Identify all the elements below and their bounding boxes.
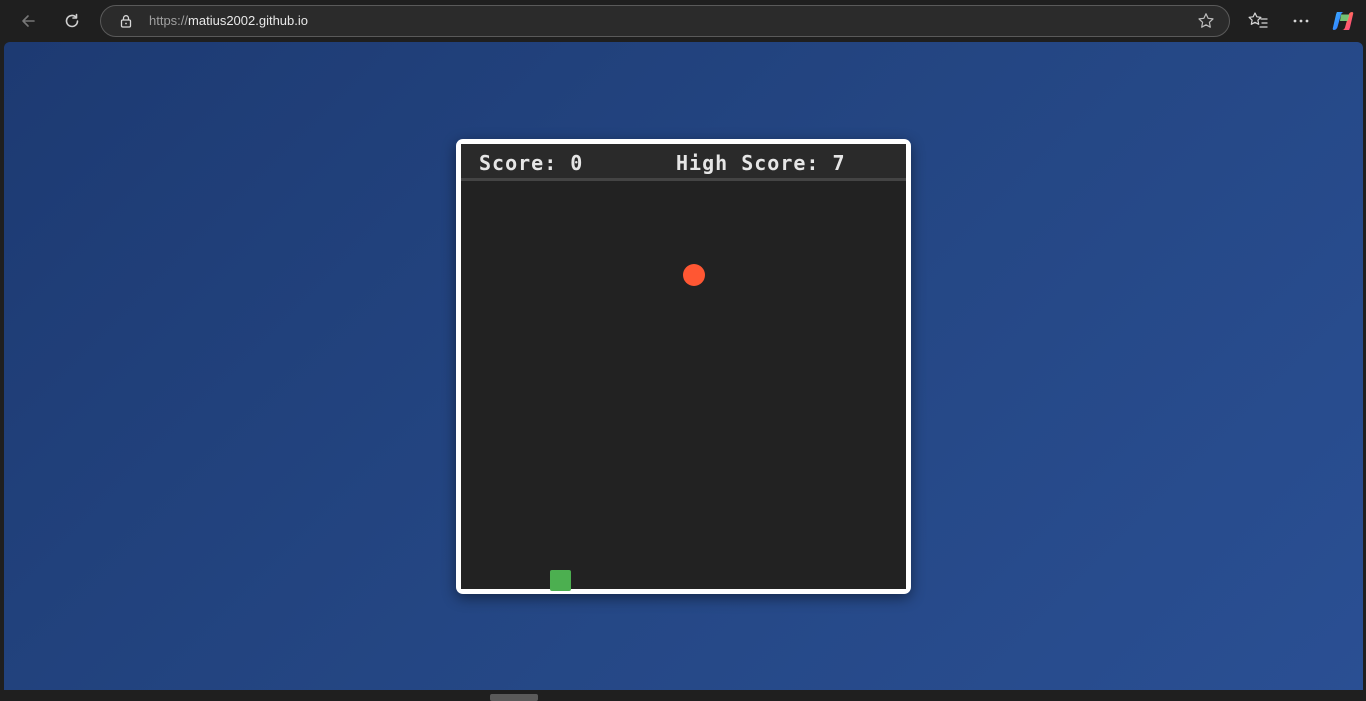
url-host: matius2002.github.io	[188, 13, 309, 28]
score-bar: Score: 0 High Score: 7	[461, 144, 906, 181]
score-label: Score:	[479, 151, 558, 175]
url-text[interactable]: https://matius2002.github.io	[149, 13, 308, 28]
score-value: 0	[570, 151, 584, 175]
game-board[interactable]	[461, 184, 906, 591]
more-icon[interactable]	[1290, 10, 1312, 32]
favorites-icon[interactable]	[1247, 10, 1269, 32]
food-dot	[683, 264, 705, 286]
url-scheme: https://	[149, 13, 189, 28]
address-bar[interactable]: https://matius2002.github.io	[100, 5, 1230, 37]
lock-icon[interactable]	[119, 14, 133, 28]
game-container: Score: 0 High Score: 7	[461, 144, 906, 591]
snake-segment	[550, 570, 571, 591]
high-score-display: High Score: 7	[676, 151, 846, 175]
copilot-icon[interactable]	[1331, 9, 1355, 33]
game-frame: Score: 0 High Score: 7	[456, 139, 911, 594]
horizontal-scrollbar[interactable]	[490, 694, 538, 701]
back-button[interactable]	[13, 6, 43, 36]
star-icon[interactable]	[1197, 12, 1215, 30]
score-display: Score: 0	[479, 151, 583, 175]
high-score-label: High Score:	[676, 151, 820, 175]
back-arrow-icon	[22, 15, 35, 27]
reload-button[interactable]	[57, 6, 87, 36]
high-score-value: 7	[832, 151, 846, 175]
page-viewport: Score: 0 High Score: 7	[4, 42, 1363, 690]
browser-toolbar: https://matius2002.github.io	[0, 0, 1366, 42]
reload-icon	[65, 13, 79, 28]
